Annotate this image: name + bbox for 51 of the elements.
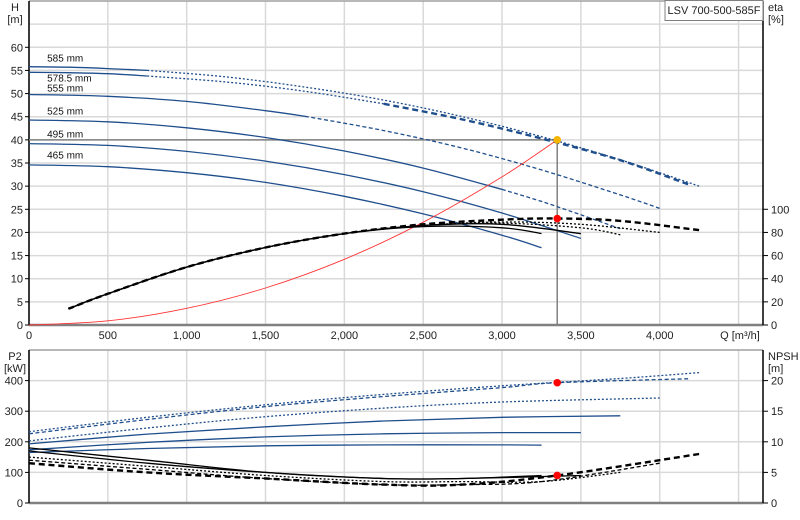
- tick-label: 100: [4, 467, 23, 480]
- tick-label: 0: [16, 320, 23, 332]
- tick-label: 5: [771, 467, 778, 480]
- tick-label: 55: [10, 65, 23, 78]
- tick-label: 15: [10, 250, 23, 263]
- tick-label: 2,000: [330, 330, 358, 342]
- curve-label: 525 mm: [47, 106, 84, 118]
- axis-label: NPSH [m]: [768, 351, 799, 375]
- axis-label: eta [%]: [768, 2, 784, 26]
- tick-label: 1,500: [252, 330, 280, 342]
- tick-label: 10: [771, 436, 784, 449]
- curve-label: 465 mm: [47, 150, 84, 162]
- tick-label: 3,000: [488, 330, 516, 342]
- chart-title: LSV 700-500-585F: [668, 5, 761, 17]
- tick-label: 60: [771, 250, 784, 263]
- tick-label: 60: [10, 42, 23, 54]
- tick-label: 45: [10, 112, 23, 124]
- tick-label: 30: [10, 181, 23, 194]
- tick-label: 10: [10, 274, 23, 286]
- tick-label: 200: [4, 436, 23, 449]
- tick-label: 20: [771, 376, 784, 388]
- tick-label: 25: [10, 204, 23, 216]
- tick-label: 3,500: [567, 330, 595, 342]
- axis-label: H [m]: [7, 2, 23, 26]
- tick-label: 0: [771, 498, 778, 510]
- tick-label: 0: [26, 330, 32, 342]
- curve-label: 555 mm: [47, 83, 84, 94]
- tick-label: 80: [771, 227, 784, 240]
- axis-label: P2 [kW]: [4, 351, 26, 375]
- chart-title: LSV 700-500-585F: [664, 0, 764, 21]
- tick-label: 15: [771, 406, 784, 418]
- tick-label: 400: [4, 376, 23, 388]
- tick-label: 100: [771, 204, 790, 216]
- tick-label: 5: [16, 296, 23, 309]
- tick-label: 40: [771, 274, 784, 286]
- tick-label: 35: [10, 158, 23, 170]
- tick-label: 0: [771, 320, 778, 332]
- axis-label: Q [m³/h]: [720, 330, 760, 342]
- tick-label: 300: [4, 406, 23, 418]
- curve-label: 578.5 mm: [47, 73, 92, 84]
- tick-label: 40: [10, 134, 23, 147]
- tick-label: 50: [10, 88, 23, 101]
- tick-label: 4,000: [646, 330, 674, 342]
- tick-label: 20: [10, 227, 23, 240]
- tick-label: 500: [98, 330, 118, 342]
- tick-label: 1,000: [172, 330, 200, 342]
- curve-label: 585 mm: [47, 53, 84, 64]
- tick-label: 0: [16, 498, 23, 510]
- curve-label: 495 mm: [47, 130, 84, 141]
- tick-label: 20: [771, 296, 784, 309]
- tick-label: 2,500: [409, 330, 437, 342]
